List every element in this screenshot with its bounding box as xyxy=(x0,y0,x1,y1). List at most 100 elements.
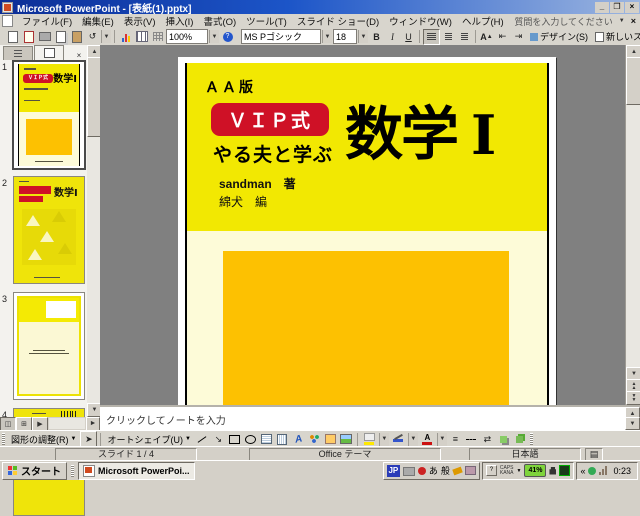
autoshapes-button[interactable]: オートシェイプ(U) ▼ xyxy=(104,432,193,446)
ime-conversion-mode[interactable]: 般 xyxy=(441,464,450,477)
rectangle-tool-icon[interactable] xyxy=(226,432,242,446)
menu-help[interactable]: ヘルプ(H) xyxy=(457,14,509,28)
panel-close-icon[interactable]: × xyxy=(73,51,85,60)
bullet-list-button[interactable] xyxy=(457,29,472,44)
ime-language-button[interactable]: JP xyxy=(386,464,400,477)
select-arrow-icon[interactable]: ➤ xyxy=(80,431,98,447)
brush-icon[interactable] xyxy=(452,466,463,475)
cover-subtitle[interactable]: やる夫と学ぶ xyxy=(213,140,333,167)
increase-indent-icon[interactable]: ⇥ xyxy=(511,29,526,44)
battery-indicator[interactable]: 41% xyxy=(524,464,547,477)
scroll-right-icon[interactable]: ► xyxy=(86,416,100,431)
shadow-style-icon[interactable] xyxy=(495,432,511,446)
notes-pane[interactable]: クリックしてノートを入力 ▲ ▼ xyxy=(100,405,640,432)
align-left-button[interactable] xyxy=(423,28,440,45)
line-style-icon[interactable]: ≡ xyxy=(447,432,463,446)
print-icon[interactable] xyxy=(37,29,52,44)
power-plug-icon[interactable] xyxy=(549,466,557,475)
help-question-input[interactable]: 質問を入力してください xyxy=(514,15,616,28)
line-color-dropdown-icon[interactable]: ▼ xyxy=(407,432,418,446)
normal-view-button[interactable]: ◫ xyxy=(0,416,16,431)
chart-icon[interactable] xyxy=(118,29,133,44)
cover-orange-rect[interactable] xyxy=(223,251,509,405)
start-button[interactable]: スタート xyxy=(2,461,67,480)
editor-scrollbar-thumb[interactable] xyxy=(626,57,640,105)
scroll-down-icon[interactable]: ▼ xyxy=(625,417,640,430)
edition-text[interactable]: ＡＡ版 xyxy=(205,77,256,97)
menu-slideshow[interactable]: スライド ショー(D) xyxy=(292,14,384,28)
editor-scrollbar[interactable]: ▲ ▼ ▲ ▲ ▼ ▼ xyxy=(625,45,640,405)
design-button[interactable]: デザイン(S) xyxy=(527,30,591,44)
slide-thumbnail-3[interactable] xyxy=(13,292,85,400)
minimize-icon[interactable]: _ xyxy=(595,1,609,13)
close-document-icon[interactable]: × xyxy=(627,16,640,26)
slideshow-button[interactable]: ▶ xyxy=(32,416,48,431)
insert-picture-icon[interactable] xyxy=(338,432,354,446)
copy-icon[interactable] xyxy=(53,29,68,44)
decrease-indent-icon[interactable]: ⇤ xyxy=(495,29,510,44)
task-button-powerpoint[interactable]: Microsoft PowerPoi... xyxy=(78,461,195,480)
ime-input-mode[interactable]: あ xyxy=(429,464,438,477)
notes-scrollbar[interactable]: ▲ ▼ xyxy=(625,407,640,430)
line-color-button[interactable] xyxy=(390,433,407,446)
textbox-tool-icon[interactable] xyxy=(258,432,274,446)
author-line-2[interactable]: 綿犬 編 xyxy=(219,193,267,210)
undo-icon[interactable]: ↺ xyxy=(85,29,100,44)
underline-button[interactable]: U xyxy=(401,29,416,44)
close-icon[interactable]: × xyxy=(625,1,639,13)
zoom-select[interactable]: 100% xyxy=(166,29,208,44)
tab-outline[interactable] xyxy=(3,46,33,60)
panel-scrollbar[interactable]: ▲ ▼ xyxy=(87,45,102,417)
arrow-tool-icon[interactable]: ↘ xyxy=(210,432,226,446)
font-size-select[interactable]: 18 xyxy=(333,29,357,44)
cover-title[interactable]: 数学 Ⅰ xyxy=(345,87,496,171)
ime-pad-icon[interactable] xyxy=(464,466,476,475)
font-color-button[interactable]: A xyxy=(419,433,436,446)
messenger-icon[interactable] xyxy=(588,466,597,475)
grow-font-button[interactable]: A ▲ xyxy=(479,29,494,44)
paste-icon[interactable] xyxy=(69,29,84,44)
restore-icon[interactable]: ❐ xyxy=(610,1,624,13)
help-tray-icon[interactable]: ? xyxy=(485,465,497,476)
menu-window[interactable]: ウィンドウ(W) xyxy=(384,14,457,28)
fill-color-button[interactable] xyxy=(361,433,378,446)
slide-sorter-view-button[interactable]: ⊞ xyxy=(16,416,32,431)
slide-page[interactable]: ＡＡ版 ＶＩＰ式 やる夫と学ぶ 数学 Ⅰ sandman 著 綿犬 編 xyxy=(178,57,556,405)
notes-placeholder[interactable]: クリックしてノートを入力 xyxy=(106,412,226,427)
arrow-style-icon[interactable]: ⇄ xyxy=(479,432,495,446)
open-icon[interactable] xyxy=(21,29,36,44)
printer-icon[interactable] xyxy=(402,467,415,476)
ime-pen-icon[interactable] xyxy=(417,466,426,475)
toolbar-grip[interactable] xyxy=(529,433,533,445)
new-presentation-icon[interactable] xyxy=(5,29,20,44)
show-grid-icon[interactable] xyxy=(150,29,165,44)
bold-button[interactable]: B xyxy=(369,29,384,44)
author-line-1[interactable]: sandman 著 xyxy=(219,175,296,192)
zoom-dropdown-icon[interactable]: ▼ xyxy=(209,30,219,43)
vertical-textbox-tool-icon[interactable] xyxy=(274,432,290,446)
numbered-list-button[interactable] xyxy=(441,29,456,44)
font-size-dropdown-icon[interactable]: ▼ xyxy=(358,30,368,43)
font-name-select[interactable]: MS Pゴシック xyxy=(241,29,321,44)
new-slide-button[interactable]: 新しいスライド(N) xyxy=(592,30,640,44)
menu-file[interactable]: ファイル(F) xyxy=(17,14,77,28)
font-name-dropdown-icon[interactable]: ▼ xyxy=(322,30,332,43)
oval-tool-icon[interactable] xyxy=(242,432,258,446)
menu-tools[interactable]: ツール(T) xyxy=(241,14,292,28)
diagram-icon[interactable] xyxy=(306,432,322,446)
tab-slides[interactable] xyxy=(34,45,64,60)
menu-insert[interactable]: 挿入(I) xyxy=(160,14,198,28)
help-icon[interactable]: ? xyxy=(220,29,235,44)
chevron-down-icon[interactable]: ▼ xyxy=(617,18,627,24)
clipart-icon[interactable] xyxy=(322,432,338,446)
undo-dropdown-icon[interactable]: ▼ xyxy=(101,30,111,43)
wordart-icon[interactable]: A xyxy=(290,432,306,446)
font-color-dropdown-icon[interactable]: ▼ xyxy=(436,432,447,446)
italic-button[interactable]: I xyxy=(385,29,400,44)
draw-adjust-button[interactable]: 図形の調整(R) ▼ xyxy=(8,432,79,446)
vip-badge[interactable]: ＶＩＰ式 xyxy=(211,103,329,136)
network-icon[interactable] xyxy=(559,465,571,476)
menu-edit[interactable]: 編集(E) xyxy=(77,14,119,28)
slide-editor[interactable]: ＡＡ版 ＶＩＰ式 やる夫と学ぶ 数学 Ⅰ sandman 著 綿犬 編 xyxy=(100,45,625,405)
fill-color-dropdown-icon[interactable]: ▼ xyxy=(378,432,389,446)
